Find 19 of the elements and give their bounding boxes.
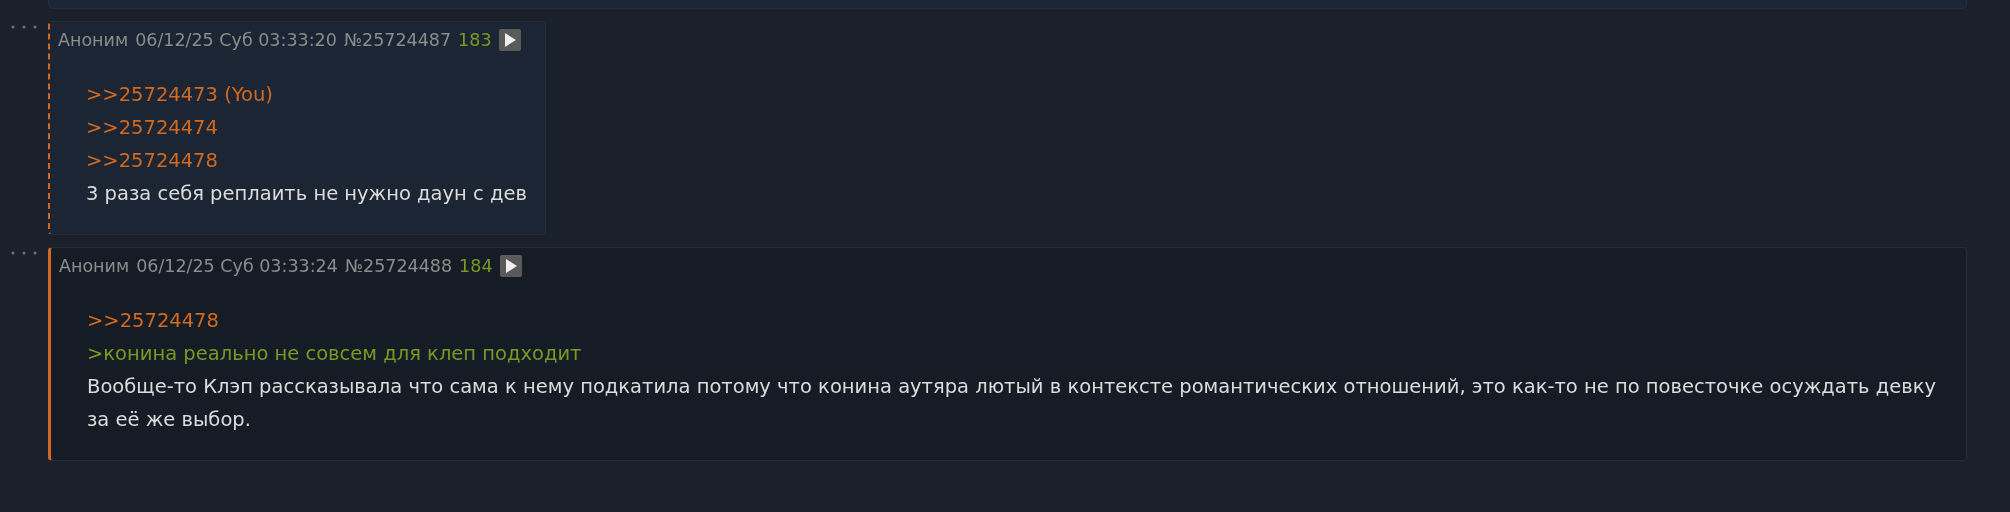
play-icon: [503, 33, 516, 47]
reply-link[interactable]: >>25724473 (You): [86, 78, 527, 111]
post-date: 06/12/25 Суб 03:33:20: [135, 30, 337, 50]
post-text: 3 раза себя реплаить не нужно даун с дев: [86, 181, 527, 207]
expand-button[interactable]: [498, 29, 521, 51]
quote-text: >конина реально не совсем для клеп подходит: [87, 341, 583, 367]
post-ordinal: 183: [458, 30, 492, 50]
post-date: 06/12/25 Суб 03:33:24: [136, 256, 338, 276]
reply-link[interactable]: >>25724478: [87, 304, 1948, 337]
post-text: Вообще-то Клэп рассказывала что сама к нему подкатила потому что конина аутяра лютый в контексте романтических отношений, это как-то не по повесточке осуждать девку за её же выбор.: [87, 374, 1938, 433]
post-number[interactable]: №25724487: [343, 30, 452, 50]
post-ordinal: 184: [459, 256, 493, 276]
author-name: Аноним: [59, 256, 130, 276]
reply-link[interactable]: >>25724478: [86, 144, 527, 177]
post-number[interactable]: №25724488: [344, 256, 453, 276]
author-name: Аноним: [58, 30, 129, 50]
expand-button[interactable]: [499, 255, 522, 277]
reply-link[interactable]: >>25724474: [86, 111, 527, 144]
play-icon: [504, 259, 517, 273]
